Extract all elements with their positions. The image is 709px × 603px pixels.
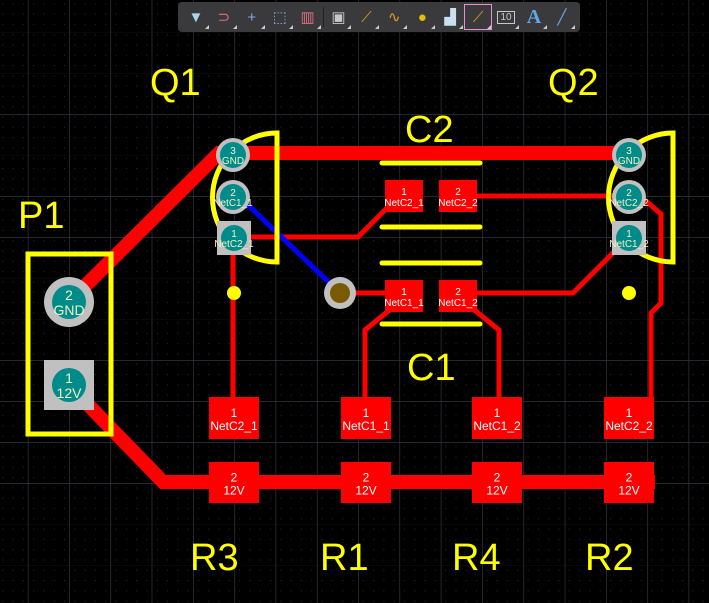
p1-pad-2[interactable]: 2 GND bbox=[44, 277, 94, 327]
smd-pad-r2-1[interactable]: 1NetC2_2 bbox=[604, 397, 654, 439]
q2-pad-1[interactable]: 1 NetC1_2 bbox=[609, 221, 649, 255]
pad-number: 2 bbox=[455, 287, 461, 298]
tune-length-button[interactable]: ∿ bbox=[381, 5, 408, 29]
pad-net: 12V bbox=[486, 484, 507, 498]
smd-pad-r4-1[interactable]: 1NetC1_2 bbox=[472, 397, 522, 439]
pcb-canvas[interactable]: 3 GND 2 NetC1_1 1 NetC2_1 3 GND 2 NetC2_… bbox=[0, 0, 709, 603]
place-track-icon: ⟋ bbox=[472, 8, 484, 26]
pad-net: NetC2_1 bbox=[384, 198, 424, 209]
designator-q2[interactable]: Q2 bbox=[548, 62, 599, 104]
crosshair-icon: + bbox=[247, 8, 257, 26]
pad-number: 2 bbox=[231, 471, 238, 485]
via-button[interactable]: ● bbox=[409, 5, 436, 29]
line-button[interactable]: ╱ bbox=[549, 5, 575, 29]
q2-pad-3[interactable]: 3 GND bbox=[612, 138, 646, 172]
coarse-grid bbox=[0, 0, 709, 603]
pad-net: NetC2_2 bbox=[438, 198, 478, 209]
pad-number: 1 bbox=[65, 370, 73, 386]
q1-pad-1[interactable]: 1 NetC2_1 bbox=[214, 221, 254, 255]
text-button[interactable]: A bbox=[521, 5, 547, 29]
pad-net: NetC2_1 bbox=[214, 239, 254, 250]
pad-net: NetC1_1 bbox=[384, 298, 424, 309]
pad-net: 12V bbox=[355, 484, 376, 498]
route-button[interactable]: ⟋ bbox=[353, 5, 380, 29]
designator-r4[interactable]: R4 bbox=[452, 537, 501, 579]
smd-pad-r3-2[interactable]: 212V bbox=[209, 462, 259, 503]
filter-button[interactable]: ▼ bbox=[183, 5, 209, 29]
smd-pad-c1-1[interactable]: 1NetC1_1 bbox=[384, 280, 424, 312]
pad-net: GND bbox=[53, 302, 84, 318]
tune-length-icon: ∿ bbox=[388, 9, 401, 26]
designator-r1[interactable]: R1 bbox=[320, 537, 369, 579]
polygon-button[interactable]: ▟ bbox=[437, 5, 464, 29]
pad-net: GND bbox=[222, 156, 244, 167]
pad-net: 12V bbox=[618, 484, 639, 498]
designator-c2[interactable]: C2 bbox=[405, 109, 454, 151]
pad-number: 1 bbox=[401, 287, 407, 298]
via-icon: ● bbox=[417, 8, 427, 26]
pad-number: 2 bbox=[65, 287, 73, 303]
q1-pin1-marker bbox=[227, 286, 241, 300]
pad-number: 2 bbox=[455, 187, 461, 198]
designator-r2[interactable]: R2 bbox=[585, 537, 634, 579]
smd-pad-r2-2[interactable]: 212V bbox=[604, 462, 654, 503]
smd-pad-c2-1[interactable]: 1NetC2_1 bbox=[384, 180, 424, 212]
pad-number: 1 bbox=[401, 187, 407, 198]
pad-net: NetC1_2 bbox=[609, 239, 649, 250]
smd-pad-c1-2[interactable]: 2NetC1_2 bbox=[438, 280, 478, 312]
pad-net: NetC2_2 bbox=[605, 419, 653, 433]
pad-net: NetC2_2 bbox=[609, 198, 649, 209]
pad-net: GND bbox=[618, 156, 640, 167]
line-icon: ╱ bbox=[557, 9, 567, 26]
q2-pin1-marker bbox=[622, 286, 636, 300]
p1-pad-1[interactable]: 1 12V bbox=[44, 360, 94, 410]
q1-pad-3[interactable]: 3 GND bbox=[216, 138, 250, 172]
align-button[interactable]: ▥ bbox=[295, 5, 321, 29]
pad-net: 12V bbox=[57, 385, 83, 401]
pad-number: 2 bbox=[626, 471, 633, 485]
pad-number: 2 bbox=[494, 471, 501, 485]
pad-net: NetC1_1 bbox=[213, 198, 253, 209]
via[interactable] bbox=[324, 277, 356, 309]
pad-number: 2 bbox=[363, 471, 370, 485]
designator-c1[interactable]: C1 bbox=[407, 347, 456, 389]
component-icon: ▣ bbox=[331, 9, 346, 26]
smd-pad-r3-1[interactable]: 1NetC2_1 bbox=[209, 397, 259, 439]
select-rectangle-icon: ⬚ bbox=[272, 9, 287, 26]
designator-p1[interactable]: P1 bbox=[18, 195, 64, 237]
smd-pad-r4-2[interactable]: 212V bbox=[472, 462, 522, 503]
pad-net: NetC1_2 bbox=[438, 298, 478, 309]
component-button[interactable]: ▣ bbox=[325, 5, 352, 29]
interactive-routing-button[interactable]: ⊃ bbox=[211, 5, 237, 29]
crosshair-button[interactable]: + bbox=[239, 5, 265, 29]
smd-pad-r1-2[interactable]: 212V bbox=[341, 462, 391, 503]
pad-net: NetC1_1 bbox=[342, 419, 390, 433]
dimension-icon: 10 bbox=[497, 10, 515, 24]
pad-net: NetC2_1 bbox=[210, 419, 258, 433]
pad-net: 12V bbox=[223, 484, 244, 498]
filter-icon: ▼ bbox=[188, 8, 204, 26]
pad-number: 1 bbox=[626, 406, 633, 420]
pad-number: 1 bbox=[494, 406, 501, 420]
designator-q1[interactable]: Q1 bbox=[150, 62, 201, 104]
pad-net: NetC1_2 bbox=[473, 419, 521, 433]
smd-pad-r1-1[interactable]: 1NetC1_1 bbox=[341, 397, 391, 439]
interactive-routing-icon: ⊃ bbox=[217, 9, 231, 26]
place-track-button[interactable]: ⟋ bbox=[464, 4, 493, 30]
dimension-button[interactable]: 10 bbox=[493, 5, 520, 29]
align-icon: ▥ bbox=[300, 9, 315, 26]
select-rectangle-button[interactable]: ⬚ bbox=[267, 5, 293, 29]
toolbar-separator bbox=[322, 7, 324, 27]
active-bar-toolbar: ▼ ⊃ + ⬚ ▥ ▣ ⟋ ∿ ● ▟ ⟋ 10 A ╱ bbox=[178, 2, 580, 32]
pad-number: 1 bbox=[231, 406, 238, 420]
pad-number: 1 bbox=[363, 406, 370, 420]
route-icon: ⟋ bbox=[361, 8, 372, 26]
polygon-icon: ▟ bbox=[444, 9, 456, 26]
designator-r3[interactable]: R3 bbox=[190, 537, 239, 579]
text-icon: A bbox=[526, 5, 542, 28]
smd-pad-c2-2[interactable]: 2NetC2_2 bbox=[438, 180, 478, 212]
